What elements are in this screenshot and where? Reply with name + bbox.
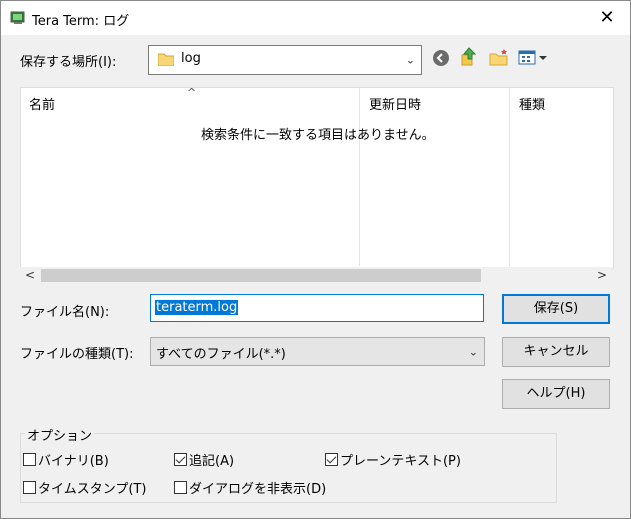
plaintext-checkbox[interactable]: プレーンテキスト(P) [325,450,461,469]
save-location-value: log [181,51,201,66]
title-bar: Tera Term: ログ ✕ [1,1,630,35]
save-button[interactable]: 保存(S) [502,294,610,324]
checkbox-box[interactable] [23,481,36,494]
filename-value: teraterm.log [155,300,239,315]
help-button[interactable]: ヘルプ(H) [502,379,610,409]
filetype-label: ファイルの種類(T): [20,347,134,362]
sort-indicator: ^ [187,86,197,99]
column-divider[interactable] [509,88,510,266]
append-label: 追記(A) [189,454,235,469]
filename-label: ファイル名(N): [20,305,110,320]
up-folder-icon[interactable] [460,47,478,67]
close-button[interactable]: ✕ [584,1,630,35]
chevron-down-icon: ⌄ [468,345,478,358]
window-title: Tera Term: ログ [32,14,130,29]
column-header-type[interactable]: 種類 [519,94,545,113]
hide-dialog-checkbox[interactable]: ダイアログを非表示(D) [174,478,326,497]
view-menu-icon[interactable] [518,49,550,67]
filename-input[interactable]: teraterm.log [150,294,484,322]
folder-icon [158,53,174,66]
scrollbar-thumb[interactable] [41,269,481,282]
scroll-right-icon[interactable]: > [597,267,607,284]
filetype-select[interactable]: すべてのファイル(*.*) ⌄ [150,337,485,366]
hide-dialog-label: ダイアログを非表示(D) [189,482,327,497]
chevron-down-icon: ⌄ [405,53,415,67]
timestamp-checkbox[interactable]: タイムスタンプ(T) [23,478,146,497]
binary-checkbox[interactable]: バイナリ(B) [23,450,109,469]
options-group-title: オプション [25,425,95,444]
back-icon[interactable] [432,49,450,67]
horizontal-scrollbar[interactable]: < > [20,267,612,284]
filetype-value: すべてのファイル(*.*) [156,347,286,362]
checkbox-box[interactable] [174,481,187,494]
save-location-label: 保存する場所(I): [20,55,117,70]
scroll-left-icon[interactable]: < [25,267,35,284]
plaintext-label: プレーンテキスト(P) [340,454,461,469]
binary-label: バイナリ(B) [38,454,109,469]
column-header-name[interactable]: 名前 [29,94,55,113]
save-location-combo[interactable]: log ⌄ [148,45,422,75]
file-list[interactable]: ^ 名前 更新日時 種類 検索条件に一致する項目はありません。 [20,86,614,269]
teraterm-app-icon [10,11,25,24]
empty-list-message: 検索条件に一致する項目はありません。 [201,128,435,143]
column-header-modified[interactable]: 更新日時 [369,94,421,113]
checkbox-box[interactable] [23,453,36,466]
new-folder-icon[interactable] [489,48,509,66]
append-checkbox[interactable]: 追記(A) [174,450,234,469]
cancel-button[interactable]: キャンセル [502,337,610,367]
column-divider[interactable] [359,88,360,266]
save-log-dialog: Tera Term: ログ ✕ 保存する場所(I): log ⌄ ^ 名前 更新… [0,0,631,519]
checkbox-box-checked[interactable] [174,453,187,466]
checkbox-box-checked[interactable] [325,453,338,466]
timestamp-label: タイムスタンプ(T) [38,482,147,497]
